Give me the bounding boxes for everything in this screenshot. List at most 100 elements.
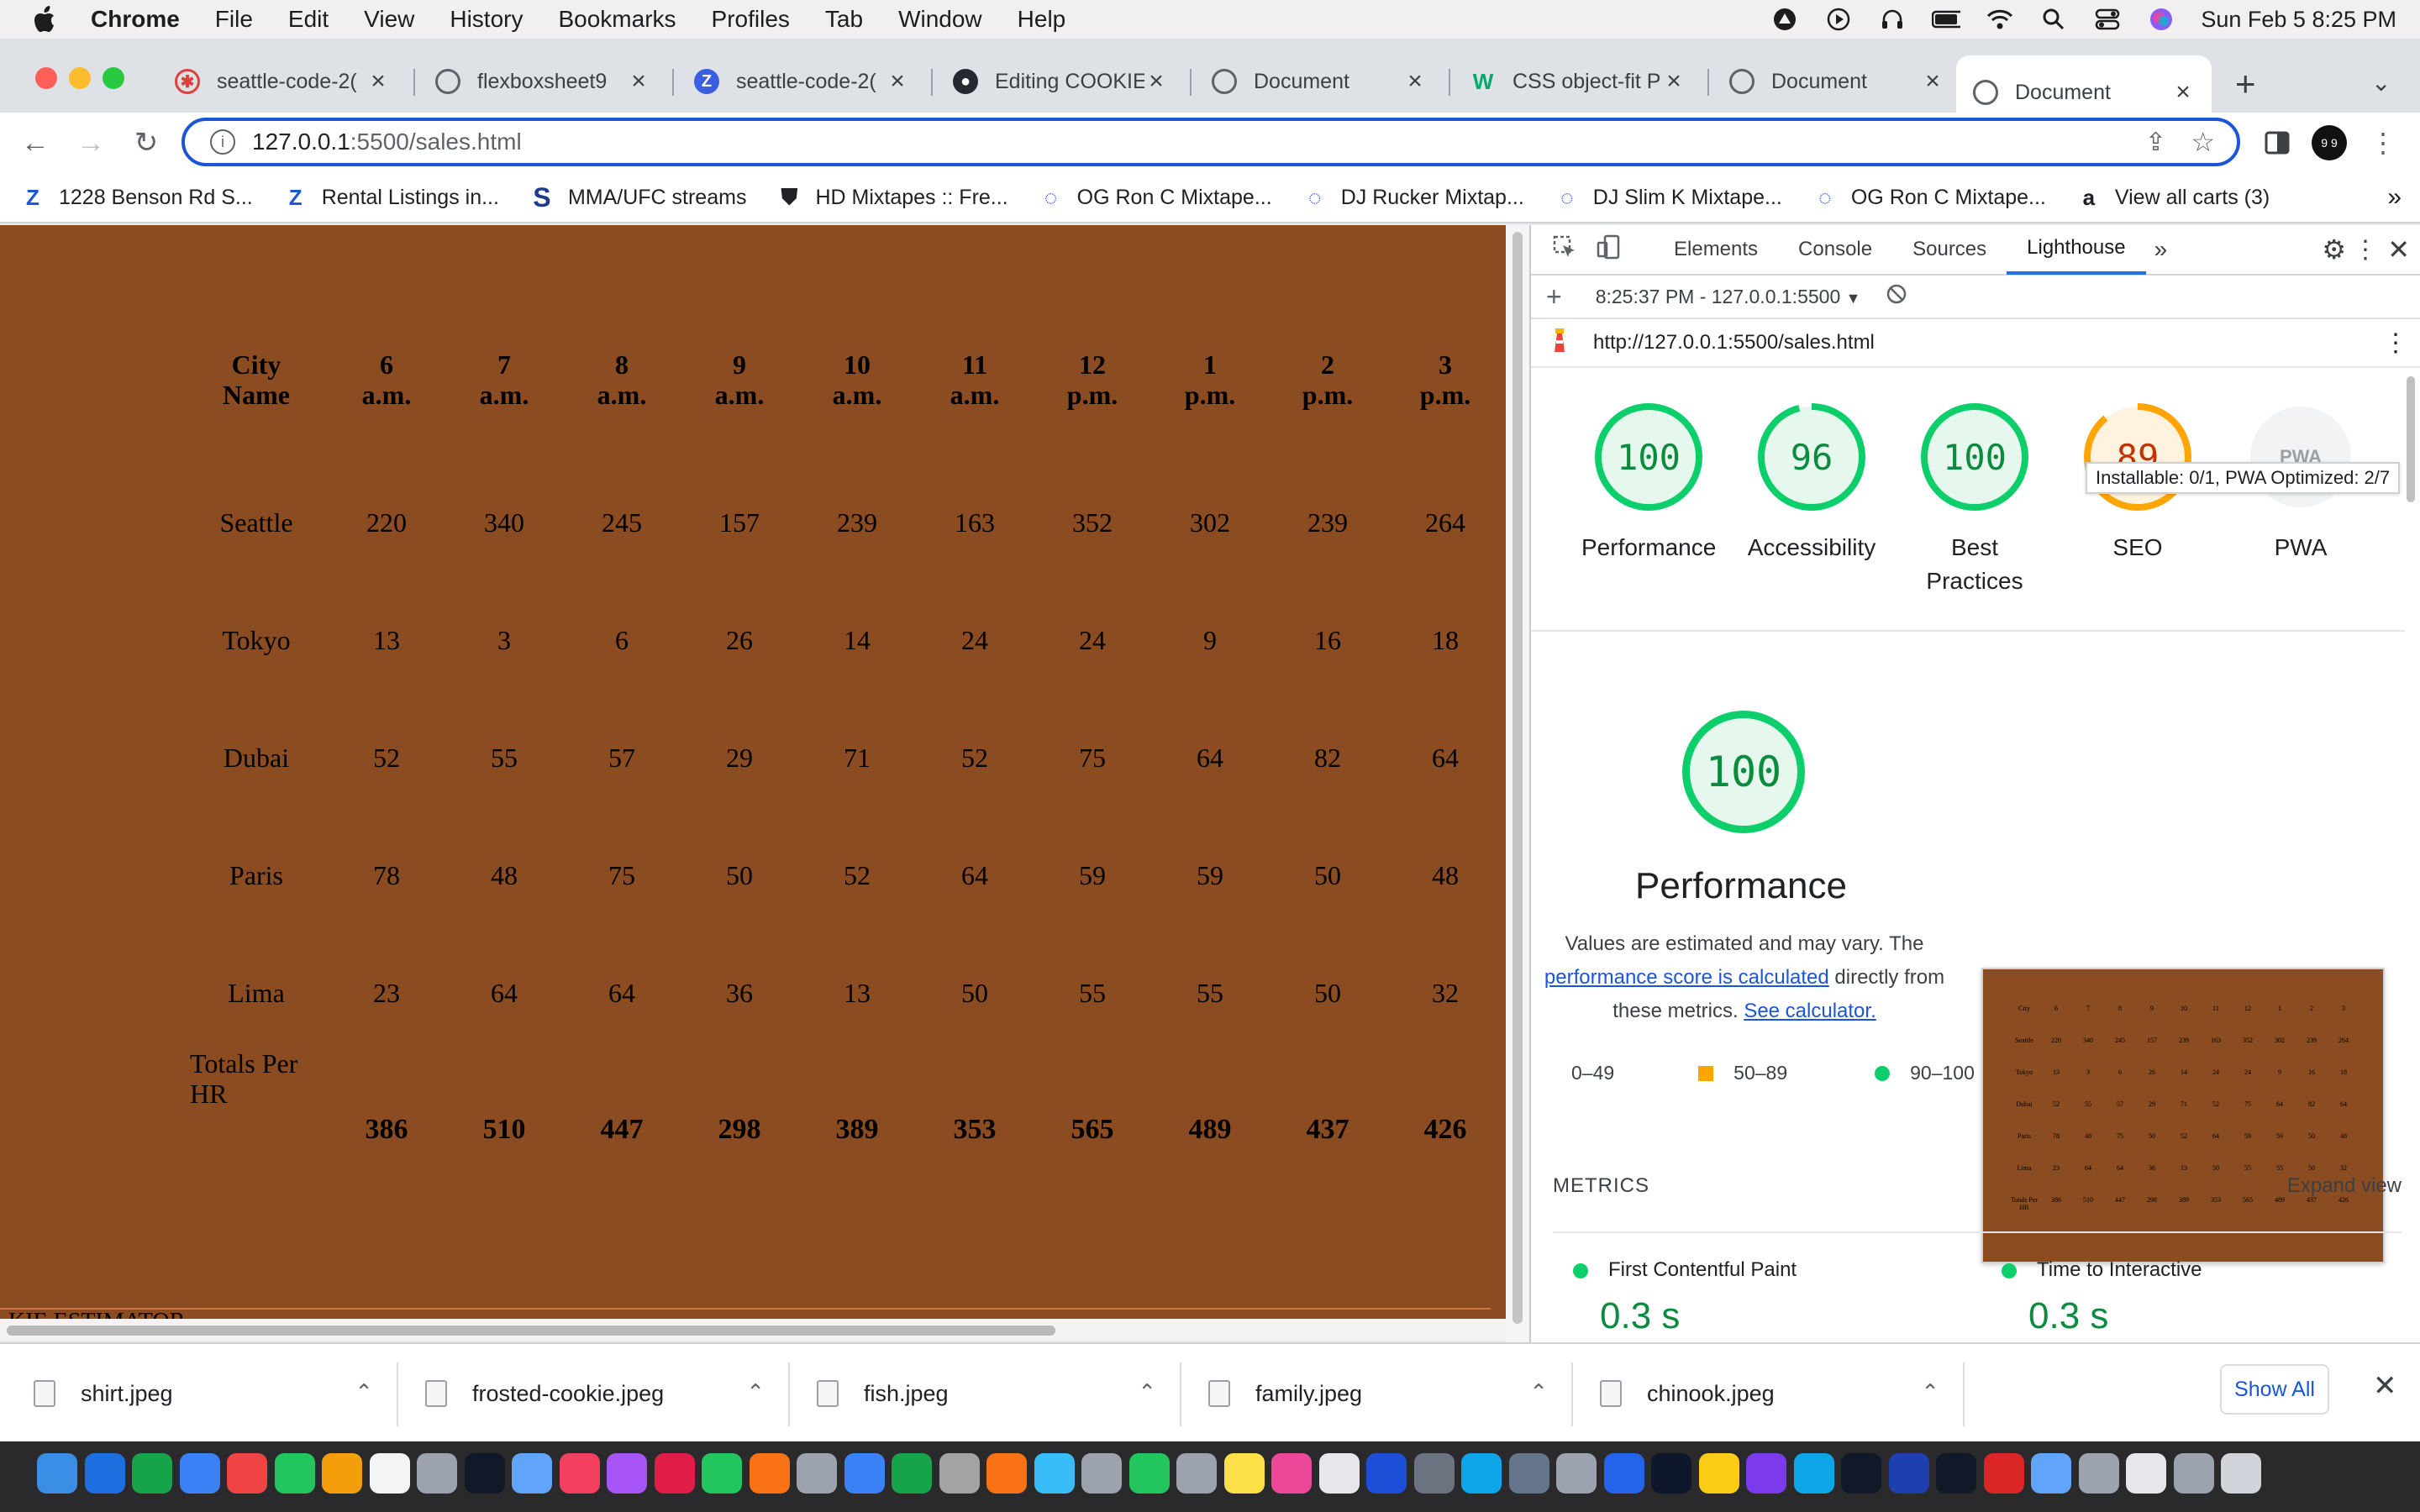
dock-app-icon[interactable] <box>702 1453 742 1494</box>
window-close-button[interactable] <box>35 67 57 89</box>
profile-avatar[interactable]: 9 9 <box>2311 124 2348 161</box>
dock-app-icon[interactable] <box>654 1453 695 1494</box>
dock-app-icon[interactable] <box>274 1453 315 1494</box>
dock-app-icon[interactable] <box>227 1453 267 1494</box>
device-toolbar-icon[interactable] <box>1597 234 1620 265</box>
dock-app-icon[interactable] <box>1556 1453 1597 1494</box>
dock-app-icon[interactable] <box>559 1453 600 1494</box>
dock-app-icon[interactable] <box>1223 1453 1265 1494</box>
bookmark-item[interactable]: a View all carts (3) <box>2075 183 2270 212</box>
download-item[interactable]: shirt.jpeg ⌃ <box>34 1361 373 1426</box>
menu-window[interactable]: Window <box>898 6 982 33</box>
devtools-tab-sources[interactable]: Sources <box>1892 224 2007 275</box>
dock-app-icon[interactable] <box>749 1453 790 1494</box>
dock-app-icon[interactable] <box>1651 1453 1691 1494</box>
dock-app-icon[interactable] <box>892 1453 932 1494</box>
dock-app-icon[interactable] <box>986 1453 1027 1494</box>
scrollbar-thumb[interactable] <box>1512 232 1523 1324</box>
chevron-up-icon[interactable]: ⌃ <box>746 1379 765 1405</box>
dock-app-icon[interactable] <box>417 1453 457 1494</box>
scrollbar-thumb[interactable] <box>7 1326 1055 1336</box>
close-shelf-icon[interactable]: ✕ <box>2373 1369 2397 1403</box>
bookmark-item[interactable]: ◌ DJ Slim K Mixtape... <box>1553 183 1782 212</box>
dock-app-icon[interactable] <box>2078 1453 2119 1494</box>
vpn-status-icon[interactable] <box>1770 7 1799 32</box>
dock-app-icon[interactable] <box>1746 1453 1786 1494</box>
bookmark-item[interactable]: Z Rental Listings in... <box>281 183 499 212</box>
dock-app-icon[interactable] <box>1841 1453 1881 1494</box>
menu-file[interactable]: File <box>215 6 253 33</box>
chevron-up-icon[interactable]: ⌃ <box>355 1379 373 1405</box>
bookmark-item[interactable]: Z 1228 Benson Rd S... <box>18 183 253 212</box>
dock-app-icon[interactable] <box>464 1453 505 1494</box>
report-menu-icon[interactable]: ⋮ <box>2383 328 2408 358</box>
reload-icon[interactable]: ↻ <box>128 124 165 161</box>
bookmark-item[interactable]: S MMA/UFC streams <box>528 182 746 213</box>
tab-close-icon[interactable]: × <box>366 69 390 94</box>
download-item[interactable]: family.jpeg ⌃ <box>1208 1361 1548 1426</box>
performance-score-link[interactable]: performance score is calculated <box>1544 966 1829 989</box>
settings-gear-icon[interactable]: ⚙ <box>2322 234 2346 265</box>
dock-app-icon[interactable] <box>1318 1453 1360 1494</box>
tab-close-icon[interactable]: × <box>886 69 909 94</box>
menu-help[interactable]: Help <box>1018 6 1066 33</box>
dock-app-icon[interactable] <box>1176 1453 1217 1494</box>
dock-app-icon[interactable] <box>1983 1453 2024 1494</box>
dock-app-icon[interactable] <box>179 1453 220 1494</box>
expand-view-toggle[interactable]: Expand view <box>2287 1174 2402 1198</box>
dock-app-icon[interactable] <box>1128 1453 1170 1494</box>
bookmarks-overflow-icon[interactable]: » <box>2387 183 2402 212</box>
tab-seattle-code-1[interactable]: ✱ seattle-code-2( × <box>158 55 407 108</box>
tab-close-icon[interactable]: × <box>1662 69 1686 94</box>
chrome-menu-icon[interactable]: ⋮ <box>2365 124 2402 161</box>
dock-app-icon[interactable] <box>84 1453 125 1494</box>
dock-app-icon[interactable] <box>1366 1453 1407 1494</box>
clear-reports-icon[interactable] <box>1886 283 1907 310</box>
tab-seattle-code-2[interactable]: Z seattle-code-2( × <box>677 55 926 108</box>
bookmark-item[interactable]: ◌ OG Ron C Mixtape... <box>1037 183 1272 212</box>
clock[interactable]: Sun Feb 5 8:25 PM <box>2201 7 2396 33</box>
dock-app-icon[interactable] <box>37 1453 77 1494</box>
bookmark-item[interactable]: ◌ OG Ron C Mixtape... <box>1811 183 2046 212</box>
window-minimize-button[interactable] <box>69 67 91 89</box>
tab-editing-cookie[interactable]: ● Editing COOKIE × <box>936 55 1185 108</box>
dock-app-icon[interactable] <box>1271 1453 1312 1494</box>
page-vertical-scrollbar[interactable] <box>1506 225 1529 1342</box>
score-gauge-accessibility[interactable]: 96 Accessibility <box>1744 402 1879 564</box>
see-calculator-link[interactable]: See calculator. <box>1744 1000 1876 1022</box>
chevron-up-icon[interactable]: ⌃ <box>1529 1379 1548 1405</box>
forward-arrow-icon[interactable]: → <box>72 124 109 161</box>
score-gauge-performance[interactable]: 100 Performance <box>1581 402 1716 564</box>
score-gauge-best-practices[interactable]: 100 Best Practices <box>1907 402 2042 598</box>
tab-close-icon[interactable]: × <box>2171 80 2195 105</box>
window-zoom-button[interactable] <box>103 67 124 89</box>
dock-app-icon[interactable] <box>1413 1453 1455 1494</box>
menu-tab[interactable]: Tab <box>825 6 863 33</box>
apple-menu-icon[interactable] <box>34 5 59 34</box>
report-selector[interactable]: 8:25:37 PM - 127.0.0.1:5500 ▼ <box>1596 286 1861 308</box>
download-item[interactable]: frosted-cookie.jpeg ⌃ <box>425 1361 765 1426</box>
menu-bookmarks[interactable]: Bookmarks <box>558 6 676 33</box>
bookmark-item[interactable]: ⛊ HD Mixtapes :: Fre... <box>775 183 1008 212</box>
dock-app-icon[interactable] <box>1936 1453 1976 1494</box>
dock-app-icon[interactable] <box>844 1453 885 1494</box>
dock-app-icon[interactable] <box>797 1453 837 1494</box>
download-item[interactable]: chinook.jpeg ⌃ <box>1600 1361 1939 1426</box>
menu-app-name[interactable]: Chrome <box>91 6 180 33</box>
dock-app-icon[interactable] <box>1698 1453 1739 1494</box>
dock-app-icon[interactable] <box>2126 1453 2166 1494</box>
dock-app-icon[interactable] <box>512 1453 552 1494</box>
menu-profiles[interactable]: Profiles <box>712 6 790 33</box>
tab-document-1[interactable]: Document × <box>1195 55 1444 108</box>
control-center-icon[interactable] <box>2093 7 2122 32</box>
download-item[interactable]: fish.jpeg ⌃ <box>817 1361 1156 1426</box>
show-all-button[interactable]: Show All <box>2220 1364 2329 1415</box>
tab-document-2[interactable]: Document × <box>1712 55 1961 108</box>
tab-css-object-fit[interactable]: W CSS object-fit P × <box>1454 55 1702 108</box>
battery-icon[interactable] <box>1932 7 1961 32</box>
tab-close-icon[interactable]: × <box>1144 69 1168 94</box>
dock-app-icon[interactable] <box>132 1453 172 1494</box>
horizontal-scrollbar[interactable] <box>0 1319 1506 1341</box>
inspect-element-icon[interactable] <box>1553 235 1576 265</box>
new-report-plus-icon[interactable]: + <box>1546 281 1562 312</box>
